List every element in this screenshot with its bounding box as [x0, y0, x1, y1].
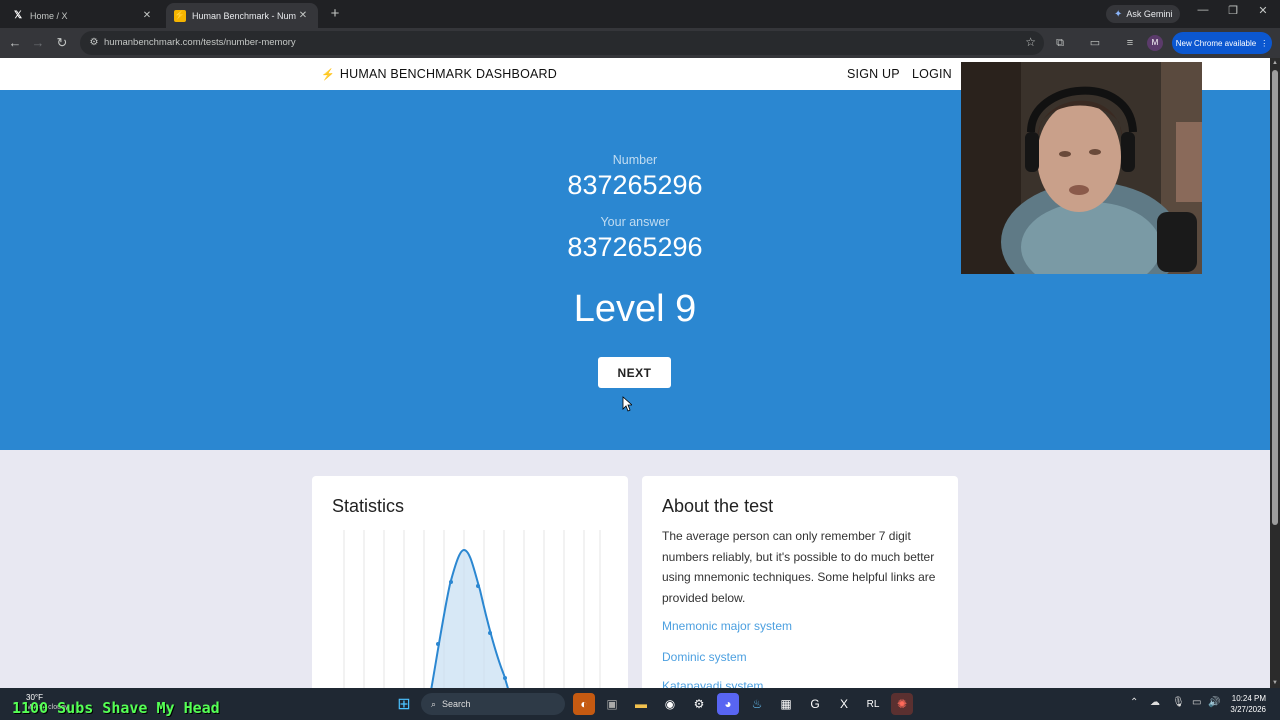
close-icon[interactable]: ✕ — [140, 10, 154, 21]
search-label: Search — [442, 699, 471, 709]
human-benchmark-icon: ⚡ — [174, 9, 186, 22]
media-icon[interactable]: ≡ — [1121, 34, 1139, 52]
statistics-distribution-graph — [343, 530, 601, 688]
close-window-icon[interactable]: ✕ — [1248, 4, 1278, 17]
windows-start-icon[interactable]: ⊞ — [393, 693, 415, 715]
site-info-icon[interactable]: ⚙ — [86, 35, 102, 51]
statistics-card: Statistics — [312, 476, 628, 688]
cast-icon[interactable]: ▭ — [1086, 34, 1104, 52]
curve-point — [503, 676, 507, 680]
forward-icon[interactable]: → — [29, 34, 47, 52]
browser-toolbar: ← → ↻ ⚙ humanbenchmark.com/tests/number-… — [0, 28, 1280, 58]
minimize-icon[interactable]: — — [1188, 4, 1218, 16]
level-title: Level 9 — [573, 288, 697, 330]
volume-icon[interactable]: 🔊 — [1208, 697, 1220, 708]
katapayadi-system-link[interactable]: Katapayadi system — [662, 679, 763, 688]
discord-icon[interactable]: ◕ — [717, 693, 739, 715]
new-tab-button[interactable]: + — [326, 5, 344, 23]
chrome-icon[interactable]: ◉ — [659, 693, 681, 715]
new-chrome-available-button[interactable]: New Chrome available ⋮ — [1172, 32, 1272, 54]
gemini-icon: ✦ — [1114, 8, 1123, 20]
address-bar[interactable]: ⚙ humanbenchmark.com/tests/number-memory… — [80, 31, 1044, 55]
widget-app-icon[interactable]: ◐ — [573, 693, 595, 715]
close-icon[interactable]: ✕ — [296, 10, 310, 21]
file-explorer-icon[interactable]: ▬ — [630, 693, 652, 715]
tab-home-x[interactable]: 𝕏 Home / X ✕ — [4, 3, 162, 28]
ask-gemini-button[interactable]: ✦ Ask Gemini — [1106, 5, 1181, 23]
lightning-icon: ⚡ — [321, 69, 335, 81]
scrollbar-thumb[interactable] — [1272, 70, 1278, 525]
scroll-down-icon[interactable]: ▼ — [1270, 678, 1280, 688]
next-button[interactable]: NEXT — [598, 357, 671, 388]
tab-title: Human Benchmark - Number M — [192, 10, 296, 21]
extensions-icon[interactable]: ⧉ — [1051, 34, 1069, 52]
curve-point — [476, 584, 480, 588]
clock-time: 10:24 PM — [1231, 694, 1266, 703]
mnemonic-major-system-link[interactable]: Mnemonic major system — [662, 619, 792, 633]
curve-point — [449, 580, 453, 584]
curve-point — [488, 631, 492, 635]
windows-taskbar: 30°F Mostly cloudy 1100 Subs Shave My He… — [0, 688, 1280, 720]
dominic-system-link[interactable]: Dominic system — [662, 650, 747, 664]
clock-date: 3/27/2026 — [1230, 705, 1266, 714]
webcam-overlay — [961, 62, 1202, 274]
about-description: The average person can only remember 7 d… — [662, 529, 936, 605]
bookmark-star-icon[interactable]: ☆ — [1025, 35, 1036, 49]
new-chrome-label: New Chrome available — [1175, 38, 1257, 48]
calculator-icon[interactable]: ▦ — [775, 693, 797, 715]
network-icon[interactable]: ▭ — [1192, 697, 1201, 708]
page-scrollbar[interactable]: ▲ ▼ — [1270, 58, 1280, 688]
tray-app-icon[interactable]: ☁ — [1150, 697, 1160, 708]
signup-link[interactable]: SIGN UP — [847, 67, 900, 81]
tab-strip: 𝕏 Home / X ✕ ⚡ Human Benchmark - Number … — [0, 0, 1280, 28]
tray-chevron-icon[interactable]: ⌃ — [1130, 697, 1138, 708]
microphone-icon[interactable]: 🎙 — [1172, 697, 1185, 708]
brand-label: HUMAN BENCHMARK — [339, 67, 473, 81]
ask-gemini-label: Ask Gemini — [1126, 9, 1173, 19]
app-sunburst-icon[interactable]: ✺ — [891, 693, 913, 715]
tab-title: Home / X — [30, 10, 68, 21]
distribution-area — [431, 550, 508, 688]
about-title: About the test — [662, 496, 774, 516]
taskbar-search[interactable]: ⌕ Search — [421, 693, 565, 715]
reload-icon[interactable]: ↻ — [53, 34, 71, 52]
scroll-up-icon[interactable]: ▲ — [1270, 58, 1280, 68]
curve-point — [436, 642, 440, 646]
dashboard-link[interactable]: DASHBOARD — [476, 67, 557, 81]
settings-gear-icon[interactable]: ⚙ — [688, 693, 710, 715]
back-icon[interactable]: ← — [6, 34, 24, 52]
search-icon: ⌕ — [431, 698, 437, 709]
steam-icon[interactable]: ♨ — [746, 693, 768, 715]
task-view-icon[interactable]: ▣ — [601, 693, 623, 715]
restore-icon[interactable]: ❐ — [1218, 4, 1248, 17]
login-link[interactable]: LOGIN — [912, 67, 952, 81]
app-rl-icon[interactable]: RL — [862, 693, 884, 715]
tab-human-benchmark[interactable]: ⚡ Human Benchmark - Number M ✕ — [166, 3, 318, 28]
system-clock[interactable]: 10:24 PM 3/27/2026 — [1226, 693, 1266, 715]
stream-overlay-text: 1100 Subs Shave My Head — [12, 699, 220, 717]
x-logo-icon: 𝕏 — [13, 10, 23, 21]
app-g-icon[interactable]: G — [804, 693, 826, 715]
mouse-cursor-icon — [622, 396, 632, 412]
app-x-icon[interactable]: X — [833, 693, 855, 715]
about-card: About the test The average person can on… — [642, 476, 958, 688]
brand-link[interactable]: ⚡ HUMAN BENCHMARK — [321, 67, 472, 81]
more-menu-icon: ⋮ — [1260, 38, 1269, 48]
webcam-image — [961, 62, 1202, 274]
profile-avatar[interactable]: M — [1147, 35, 1163, 51]
url-text: humanbenchmark.com/tests/number-memory — [104, 37, 296, 48]
statistics-title: Statistics — [332, 496, 405, 516]
